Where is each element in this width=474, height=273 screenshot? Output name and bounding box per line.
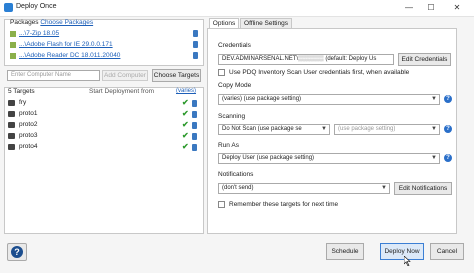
target-row[interactable]: proto4 ✔ bbox=[8, 142, 200, 153]
package-row[interactable]: ...\Adobe Reader DC 18.011.20040 bbox=[10, 52, 202, 61]
run-as-select[interactable]: Deploy User (use package setting) ▼ bbox=[218, 153, 440, 164]
packages-label: Packages bbox=[10, 19, 39, 26]
chevron-down-icon: ▼ bbox=[381, 185, 387, 191]
edit-credentials-button[interactable]: Edit Credentials bbox=[398, 53, 451, 66]
target-row[interactable]: fry ✔ bbox=[8, 98, 200, 109]
chevron-down-icon: ▼ bbox=[321, 126, 327, 132]
varies-link[interactable]: (varies) bbox=[176, 88, 196, 94]
credentials-value: DEV.ADMINARSENAL.NET\ bbox=[222, 56, 299, 62]
target-row[interactable]: proto2 ✔ bbox=[8, 120, 200, 131]
package-name[interactable]: ...\Adobe Reader DC 18.011.20040 bbox=[19, 52, 120, 59]
scanning-secondary-value: (use package setting) bbox=[338, 126, 396, 132]
help-icon[interactable]: ? bbox=[444, 95, 452, 103]
computer-name-input[interactable]: Enter Computer Name bbox=[7, 70, 100, 81]
chevron-down-icon: ▼ bbox=[431, 96, 437, 102]
package-icon bbox=[10, 31, 16, 37]
credentials-value-2: (default: Deploy Us bbox=[323, 56, 377, 62]
chevron-down-icon: ▼ bbox=[431, 155, 437, 161]
trash-icon[interactable] bbox=[193, 41, 198, 48]
chevron-down-icon: ▼ bbox=[431, 126, 437, 132]
title-bar: Deploy Once — ☐ ✕ bbox=[0, 0, 474, 17]
help-icon[interactable]: ? bbox=[444, 125, 452, 133]
check-icon: ✔ bbox=[182, 120, 189, 129]
add-computer-button[interactable]: Add Computer bbox=[102, 70, 148, 81]
package-icon bbox=[10, 42, 16, 48]
package-row[interactable]: ...\7-Zip 18.05 bbox=[10, 30, 202, 39]
computer-icon bbox=[8, 122, 15, 128]
help-icon: ? bbox=[11, 246, 23, 258]
computer-icon bbox=[8, 133, 15, 139]
help-icon[interactable]: ? bbox=[444, 154, 452, 162]
credentials-label: Credentials bbox=[218, 42, 251, 49]
copy-mode-label: Copy Mode bbox=[218, 82, 252, 89]
copy-mode-value: (varies) (use package setting) bbox=[222, 96, 302, 102]
choose-packages-link[interactable]: Choose Packages bbox=[40, 19, 93, 26]
choose-targets-button[interactable]: Choose Targets bbox=[152, 69, 201, 82]
credentials-field[interactable]: DEV.ADMINARSENAL.NET\▒▒▒▒▒▒ (default: De… bbox=[218, 54, 394, 65]
computer-icon bbox=[8, 100, 15, 106]
remember-targets-checkbox[interactable] bbox=[218, 201, 225, 208]
copy-mode-select[interactable]: (varies) (use package setting) ▼ bbox=[218, 94, 440, 105]
target-name: fry bbox=[19, 99, 27, 106]
notifications-value: (don't send) bbox=[222, 185, 254, 191]
start-deployment-label: Start Deployment from bbox=[89, 88, 155, 95]
scanning-select[interactable]: Do Not Scan (use package se ▼ bbox=[218, 124, 330, 135]
maximize-button[interactable]: ☐ bbox=[420, 0, 442, 16]
target-row[interactable]: proto3 ✔ bbox=[8, 131, 200, 142]
trash-icon[interactable] bbox=[192, 122, 197, 129]
computer-icon bbox=[8, 144, 15, 150]
target-row[interactable]: proto1 ✔ bbox=[8, 109, 200, 120]
app-icon bbox=[4, 3, 13, 12]
edit-notifications-button[interactable]: Edit Notifications bbox=[394, 182, 452, 195]
trash-icon[interactable] bbox=[192, 133, 197, 140]
target-name: proto4 bbox=[19, 143, 38, 150]
check-icon: ✔ bbox=[182, 131, 189, 140]
mouse-cursor-icon bbox=[403, 255, 412, 267]
trash-icon[interactable] bbox=[192, 100, 197, 107]
notifications-label: Notifications bbox=[218, 171, 254, 178]
packages-header: Packages Choose Packages bbox=[10, 19, 93, 26]
credentials-redacted: ▒▒▒▒▒▒ bbox=[298, 56, 324, 62]
package-name[interactable]: ...\7-Zip 18.05 bbox=[19, 30, 59, 37]
scanning-label: Scanning bbox=[218, 113, 246, 120]
run-as-label: Run As bbox=[218, 142, 239, 149]
schedule-button[interactable]: Schedule bbox=[326, 243, 364, 260]
target-name: proto1 bbox=[19, 110, 38, 117]
use-pdq-label: Use PDQ Inventory Scan User credentials … bbox=[229, 69, 410, 76]
computer-icon bbox=[8, 111, 15, 117]
use-pdq-checkbox[interactable] bbox=[218, 69, 225, 76]
close-button[interactable]: ✕ bbox=[446, 0, 468, 16]
minimize-button[interactable]: — bbox=[398, 0, 420, 16]
window-title: Deploy Once bbox=[16, 3, 57, 10]
package-row[interactable]: ...\Adobe Flash for IE 29.0.0.171 bbox=[10, 41, 202, 50]
deploy-now-button[interactable]: Deploy Now bbox=[380, 243, 424, 260]
trash-icon[interactable] bbox=[193, 52, 198, 59]
targets-count: 5 Targets bbox=[8, 88, 35, 95]
scanning-secondary-select[interactable]: (use package setting) ▼ bbox=[334, 124, 440, 135]
help-button[interactable]: ? bbox=[7, 243, 27, 261]
scanning-value: Do Not Scan (use package se bbox=[222, 126, 302, 132]
check-icon: ✔ bbox=[182, 142, 189, 151]
deploy-once-window: Deploy Once — ☐ ✕ Packages Choose Packag… bbox=[0, 0, 474, 273]
package-name[interactable]: ...\Adobe Flash for IE 29.0.0.171 bbox=[19, 41, 113, 48]
remember-targets-label: Remember these targets for next time bbox=[229, 201, 339, 208]
check-icon: ✔ bbox=[182, 109, 189, 118]
cancel-button[interactable]: Cancel bbox=[430, 243, 464, 260]
target-name: proto2 bbox=[19, 121, 38, 128]
target-name: proto3 bbox=[19, 132, 38, 139]
trash-icon[interactable] bbox=[192, 111, 197, 118]
trash-icon[interactable] bbox=[193, 30, 198, 37]
notifications-select[interactable]: (don't send) ▼ bbox=[218, 183, 390, 194]
trash-icon[interactable] bbox=[192, 144, 197, 151]
package-icon bbox=[10, 53, 16, 59]
check-icon: ✔ bbox=[182, 98, 189, 107]
run-as-value: Deploy User (use package setting) bbox=[222, 155, 315, 161]
